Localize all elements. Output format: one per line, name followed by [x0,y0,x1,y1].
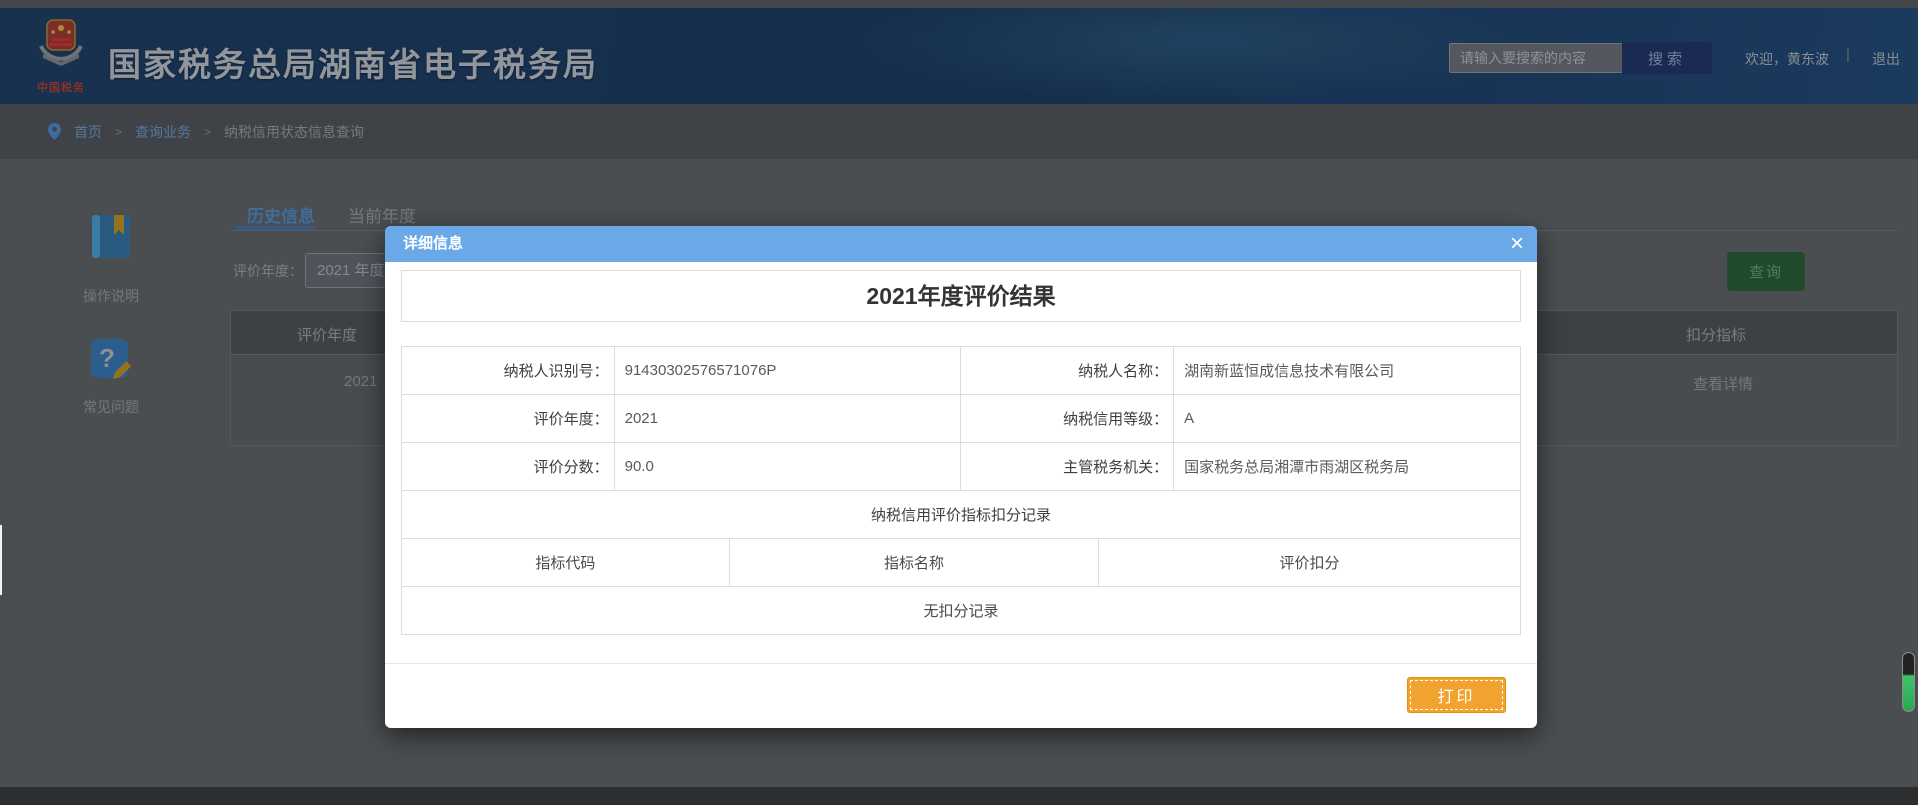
details-modal: 详细信息 × 2021年度评价结果 纳税人识别号： 91430302576571… [385,226,1537,728]
deduction-table: 指标代码 指标名称 评价扣分 无扣分记录 [401,538,1521,635]
table-row: 无扣分记录 [402,587,1521,635]
modal-body: 2021年度评价结果 纳税人识别号： 91430302576571076P 纳税… [385,262,1537,728]
tax-authority-label: 主管税务机关： [961,443,1174,491]
modal-title: 详细信息 [385,235,463,252]
credit-level-value: A [1174,395,1521,443]
deduction-score-header: 评价扣分 [1099,539,1521,587]
print-button[interactable]: 打印 [1407,677,1506,713]
evaluation-info-table: 纳税人识别号： 91430302576571076P 纳税人名称： 湖南新蓝恒成… [401,346,1521,539]
eval-score-value: 90.0 [614,443,961,491]
taxpayer-name-value: 湖南新蓝恒成信息技术有限公司 [1174,347,1521,395]
tax-authority-value: 国家税务总局湘潭市雨湖区税务局 [1174,443,1521,491]
table-row: 纳税人识别号： 91430302576571076P 纳税人名称： 湖南新蓝恒成… [402,347,1521,395]
eval-year-label: 评价年度： [402,395,615,443]
table-row: 评价年度： 2021 纳税信用等级： A [402,395,1521,443]
scroll-progress-indicator [1902,652,1915,712]
modal-footer: 打印 [401,664,1521,728]
taxpayer-id-label: 纳税人识别号： [402,347,615,395]
indicator-name-header: 指标名称 [729,539,1098,587]
left-edge-artifact [0,525,2,595]
table-row: 指标代码 指标名称 评价扣分 [402,539,1521,587]
deduction-section-title: 纳税信用评价指标扣分记录 [402,491,1521,539]
eval-year-value: 2021 [614,395,961,443]
taxpayer-id-value: 91430302576571076P [614,347,961,395]
no-deduction-records-text: 无扣分记录 [402,587,1521,635]
taxpayer-name-label: 纳税人名称： [961,347,1174,395]
credit-level-label: 纳税信用等级： [961,395,1174,443]
close-icon[interactable]: × [1510,228,1524,260]
table-row: 纳税信用评价指标扣分记录 [402,491,1521,539]
table-row: 评价分数： 90.0 主管税务机关： 国家税务总局湘潭市雨湖区税务局 [402,443,1521,491]
modal-header: 详细信息 × [385,226,1537,262]
result-heading: 2021年度评价结果 [401,270,1521,322]
indicator-code-header: 指标代码 [402,539,730,587]
eval-score-label: 评价分数： [402,443,615,491]
